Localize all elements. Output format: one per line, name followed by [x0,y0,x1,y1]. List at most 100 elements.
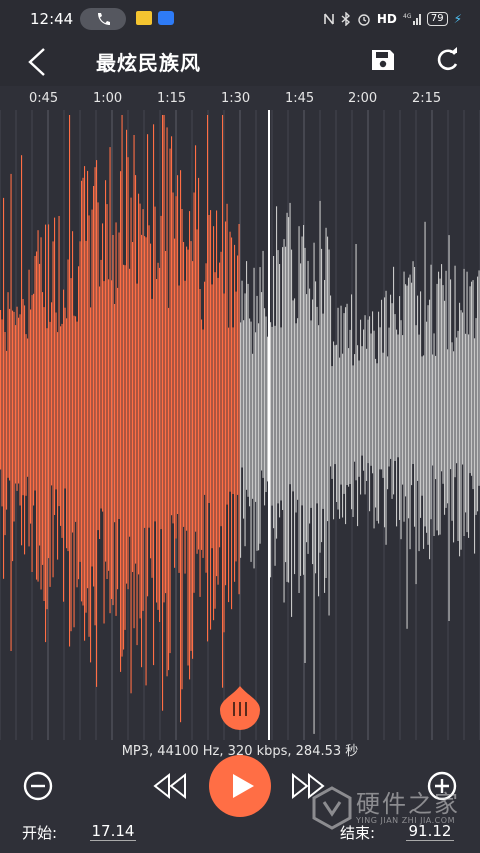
waveform-bar [30,309,32,524]
waveform-bar [81,180,83,602]
battery-icon: 79 [426,12,448,26]
waveform-bar [360,319,362,495]
waveform-bar [327,236,329,522]
file-info: MP3, 44100 Hz, 320 kbps, 284.53 秒 [121,744,359,759]
waveform-bar [384,297,386,528]
waveform-bar [192,261,194,659]
waveform-bar [103,281,105,624]
waveform-bar [3,197,5,579]
waveform-bar [205,263,207,573]
phone-icon [98,13,110,25]
waveform-bar [435,355,437,480]
waveform-bar [310,320,312,508]
waveform-bar [190,241,192,651]
waveform-bar [417,295,419,481]
waveform-bar [78,266,80,580]
network-type: HD [376,12,397,26]
waveform-bar [187,249,189,666]
waveform-bar [238,224,240,595]
waveform-bar [24,305,26,555]
svg-text:4G: 4G [403,13,412,20]
waveform-bar [348,348,350,487]
waveform-bar [291,249,293,617]
waveform-bar [273,256,275,529]
timeline-tick: 1:30 [221,91,251,106]
waveform-bar [319,200,321,553]
waveform-bar [10,173,12,651]
waveform-bar [198,177,200,550]
waveform-bar [267,336,269,482]
waveform-bar [159,267,161,622]
waveform-bar [409,274,411,550]
waveform-bar [145,237,147,686]
refresh-button[interactable] [434,46,462,78]
waveform-bar [399,296,401,520]
waveform-bar [36,251,38,580]
waveform-bar [133,135,135,629]
back-button[interactable] [24,46,50,82]
waveform-view[interactable] [0,110,480,740]
waveform-bar [288,217,290,583]
waveform-bar [34,256,36,491]
waveform-bar [136,283,138,646]
waveform-bar [213,226,215,621]
waveform-bar [181,209,183,690]
waveform-bar [199,289,201,597]
start-time-field[interactable]: 17.14 [90,822,136,841]
waveform-bar [151,298,153,578]
waveform-bar [477,276,479,512]
waveform-bar [0,310,2,470]
waveform-bar [372,311,374,474]
waveform-bar [351,294,353,510]
waveform-bar [307,260,309,554]
waveform-bar [220,251,222,527]
waveform-bar [324,280,326,593]
waveform-bar [67,259,69,552]
waveform-bar [204,281,206,495]
zoom-out-button[interactable] [23,771,53,805]
selection-handle[interactable] [220,686,260,730]
waveform-bar [369,316,371,512]
waveform-bar [271,326,273,506]
waveform-bar [19,314,21,506]
waveform-bar [108,279,110,571]
waveform-bar [33,293,35,506]
waveform-bar [252,353,254,499]
waveform-bar [93,186,95,587]
save-button[interactable] [370,48,396,76]
waveform-bar [66,318,68,549]
timeline-tick: 2:15 [412,91,442,106]
waveform-bar [1,319,3,507]
waveform-bar [393,266,395,495]
waveform-bar [135,175,137,564]
waveform-bar [141,234,143,668]
waveform-bar [162,115,164,711]
waveform-bar [337,307,339,510]
rewind-button[interactable] [152,772,188,804]
waveform-bar [289,202,291,485]
waveform-bar [64,307,66,489]
waveform-bar [97,202,99,531]
timeline-tick: 1:45 [285,91,315,106]
waveform-bar [75,316,77,522]
waveform-bar [453,351,455,543]
waveform-bar [471,281,473,476]
waveform-bar [475,318,477,515]
waveform-bar [57,332,59,560]
waveform-bar [40,237,42,590]
waveform-bar [201,319,203,550]
waveform-bar [160,215,162,530]
waveform-bar [400,320,402,540]
waveform-bar [459,302,461,557]
play-button[interactable] [209,755,271,817]
status-icons: HD 4G 79 ⚡ [323,10,462,28]
save-icon [372,50,394,70]
ongoing-call-pill[interactable] [80,8,126,30]
waveform-bar [163,115,165,603]
waveform-bar [292,300,294,492]
waveform-bar [328,249,330,616]
waveform-bar [222,115,224,688]
waveform-bar [63,289,65,602]
waveform-bar [184,280,186,574]
waveform-bar [322,313,324,509]
